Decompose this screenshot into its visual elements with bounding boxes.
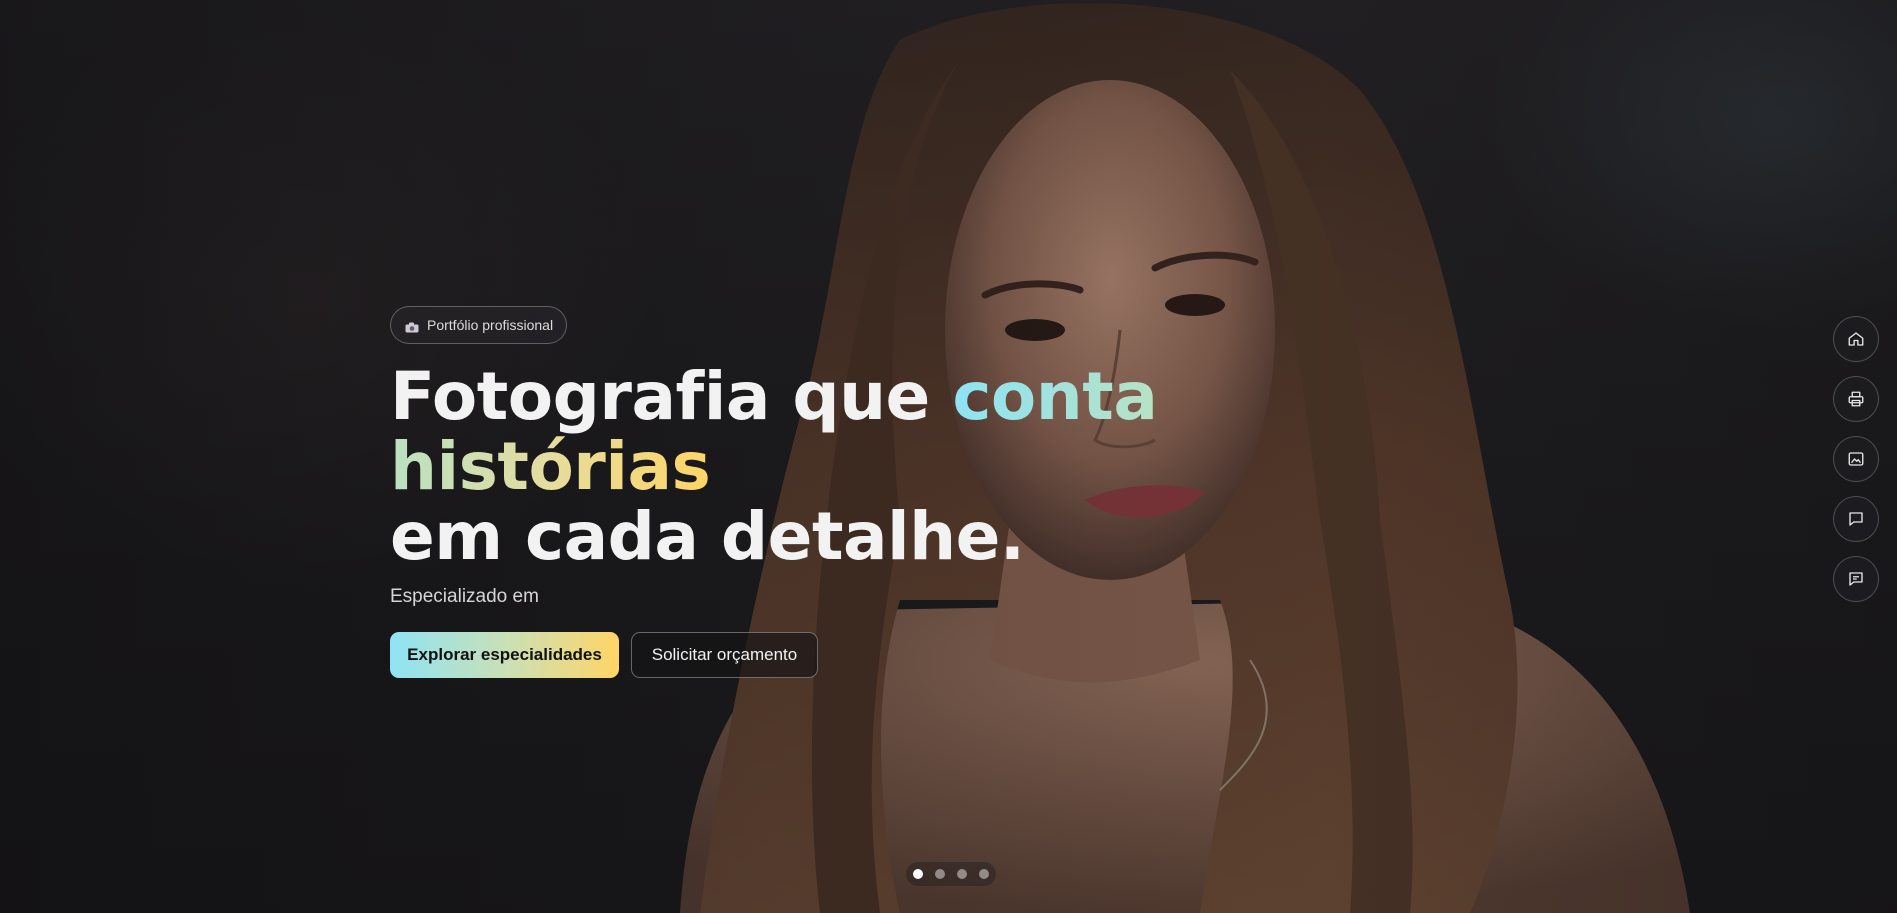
camera-icon (405, 320, 419, 332)
message-square-icon (1849, 572, 1863, 586)
home-icon (1848, 332, 1864, 346)
badge-label: Portfólio profissional (427, 317, 554, 333)
side-nav (1833, 316, 1879, 602)
hero-headline: Fotografia que conta histórias em cada d… (390, 362, 1490, 572)
image-icon (1848, 452, 1864, 466)
carousel-dots (906, 862, 996, 886)
nav-chat-button[interactable] (1833, 496, 1879, 542)
printer-icon (1848, 391, 1864, 407)
nav-printer-button[interactable] (1833, 376, 1879, 422)
headline-line2: em cada detalhe. (390, 498, 1025, 575)
carousel-dot-4[interactable] (979, 869, 989, 879)
explore-specialties-button[interactable]: Explorar especialidades (390, 632, 619, 678)
request-quote-button[interactable]: Solicitar orçamento (631, 632, 818, 678)
nav-gallery-button[interactable] (1833, 436, 1879, 482)
headline-plain: Fotografia que (390, 358, 953, 435)
hero-actions: Explorar especialidades Solicitar orçame… (390, 632, 1490, 678)
hero-subtitle: Especializado em (390, 586, 539, 607)
nav-message-button[interactable] (1833, 556, 1879, 602)
carousel-dot-2[interactable] (935, 869, 945, 879)
portfolio-badge: Portfólio profissional (390, 306, 568, 344)
chat-bubble-icon (1849, 512, 1863, 526)
carousel-dot-1[interactable] (913, 869, 923, 879)
hero-content: Portfólio profissional Fotografia que co… (390, 306, 1490, 678)
carousel-dot-3[interactable] (957, 869, 967, 879)
hero-section: Portfólio profissional Fotografia que co… (0, 0, 1897, 913)
nav-home-button[interactable] (1833, 316, 1879, 362)
